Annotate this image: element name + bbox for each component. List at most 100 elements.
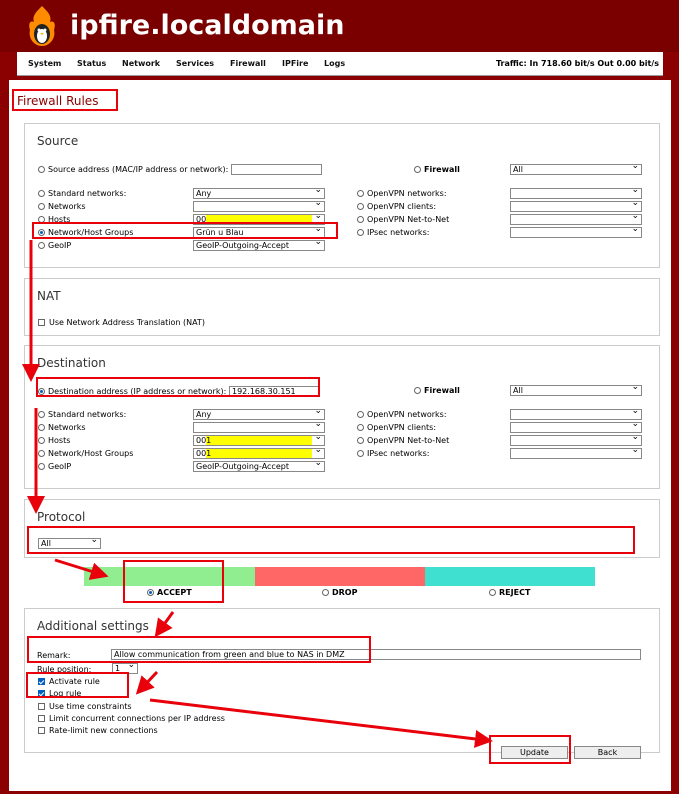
destination-ovpn-n2n-select[interactable] bbox=[510, 435, 642, 446]
source-ovpn-networks-option[interactable]: OpenVPN networks: bbox=[357, 189, 447, 198]
menu-system[interactable]: System bbox=[28, 59, 61, 68]
destination-groups-select[interactable]: 001 bbox=[193, 448, 325, 459]
source-ovpn-n2n-option[interactable]: OpenVPN Net-to-Net bbox=[357, 215, 449, 224]
destination-groups-option[interactable]: Network/Host Groups bbox=[38, 449, 133, 458]
source-ovpn-networks-select[interactable] bbox=[510, 188, 642, 199]
radio-icon[interactable] bbox=[357, 216, 364, 223]
radio-icon[interactable] bbox=[357, 190, 364, 197]
destination-networks-select[interactable] bbox=[193, 422, 325, 433]
annotation-box bbox=[27, 636, 371, 663]
main-content: Firewall Rules Source Source address (MA… bbox=[9, 80, 671, 791]
destination-section: Destination Destination address (IP addr… bbox=[24, 345, 660, 489]
protocol-title: Protocol bbox=[37, 510, 86, 524]
limit-connections-option[interactable]: Limit concurrent connections per IP addr… bbox=[38, 714, 225, 723]
source-section: Source Source address (MAC/IP address or… bbox=[24, 123, 660, 268]
source-ovpn-n2n-select[interactable] bbox=[510, 214, 642, 225]
radio-icon[interactable] bbox=[357, 450, 364, 457]
rate-limit-option[interactable]: Rate-limit new connections bbox=[38, 726, 158, 735]
destination-ovpn-clients-option[interactable]: OpenVPN clients: bbox=[357, 423, 436, 432]
header-bar: ipfire.localdomain bbox=[0, 0, 679, 52]
destination-ipsec-option[interactable]: IPsec networks: bbox=[357, 449, 429, 458]
radio-icon[interactable] bbox=[322, 589, 329, 596]
menu-logs[interactable]: Logs bbox=[324, 59, 345, 68]
destination-title: Destination bbox=[37, 356, 106, 370]
radio-icon[interactable] bbox=[38, 203, 45, 210]
time-constraints-option[interactable]: Use time constraints bbox=[38, 702, 132, 711]
source-firewall-option[interactable]: Firewall bbox=[414, 165, 460, 174]
annotation-box bbox=[32, 222, 338, 239]
main-menu: System Status Network Services Firewall … bbox=[17, 52, 663, 76]
destination-networks-option[interactable]: Networks bbox=[38, 423, 86, 432]
source-networks-option[interactable]: Networks bbox=[38, 202, 86, 211]
source-address-option[interactable]: Source address (MAC/IP address or networ… bbox=[38, 165, 228, 174]
source-ipsec-select[interactable] bbox=[510, 227, 642, 238]
radio-icon[interactable] bbox=[38, 424, 45, 431]
checkbox-icon[interactable] bbox=[38, 703, 45, 710]
radio-icon[interactable] bbox=[489, 589, 496, 596]
nat-section: NAT Use Network Address Translation (NAT… bbox=[24, 278, 660, 336]
nat-option[interactable]: Use Network Address Translation (NAT) bbox=[38, 318, 205, 327]
checkbox-icon[interactable] bbox=[38, 727, 45, 734]
source-networks-select[interactable] bbox=[193, 201, 325, 212]
annotation-box bbox=[489, 735, 571, 764]
checkbox-icon[interactable] bbox=[38, 319, 45, 326]
destination-ovpn-clients-select[interactable] bbox=[510, 422, 642, 433]
radio-icon[interactable] bbox=[38, 190, 45, 197]
checkbox-icon[interactable] bbox=[38, 715, 45, 722]
radio-icon[interactable] bbox=[38, 411, 45, 418]
radio-icon[interactable] bbox=[38, 166, 45, 173]
destination-firewall-option[interactable]: Firewall bbox=[414, 386, 460, 395]
drop-bar[interactable] bbox=[255, 567, 425, 586]
radio-icon[interactable] bbox=[38, 437, 45, 444]
source-ovpn-clients-option[interactable]: OpenVPN clients: bbox=[357, 202, 436, 211]
annotation-box bbox=[36, 377, 320, 397]
radio-icon[interactable] bbox=[357, 229, 364, 236]
destination-hosts-option[interactable]: Hosts bbox=[38, 436, 70, 445]
source-geoip-option[interactable]: GeoIP bbox=[38, 241, 71, 250]
source-standard-networks-select[interactable]: Any bbox=[193, 188, 325, 199]
menu-network[interactable]: Network bbox=[122, 59, 160, 68]
radio-icon[interactable] bbox=[414, 166, 421, 173]
radio-icon[interactable] bbox=[38, 242, 45, 249]
destination-ovpn-networks-select[interactable] bbox=[510, 409, 642, 420]
radio-icon[interactable] bbox=[38, 463, 45, 470]
destination-ipsec-select[interactable] bbox=[510, 448, 642, 459]
traffic-readout: Traffic: In 718.60 bit/s Out 0.00 bit/s bbox=[495, 59, 659, 68]
source-ipsec-option[interactable]: IPsec networks: bbox=[357, 228, 429, 237]
drop-option[interactable]: DROP bbox=[322, 588, 357, 597]
radio-icon[interactable] bbox=[38, 450, 45, 457]
reject-bar[interactable] bbox=[425, 567, 595, 586]
radio-icon[interactable] bbox=[357, 424, 364, 431]
source-geoip-select[interactable]: GeoIP-Outgoing-Accept bbox=[193, 240, 325, 251]
menu-ipfire[interactable]: IPFire bbox=[282, 59, 308, 68]
destination-hosts-select[interactable]: 001 bbox=[193, 435, 325, 446]
radio-icon[interactable] bbox=[357, 203, 364, 210]
destination-ovpn-networks-option[interactable]: OpenVPN networks: bbox=[357, 410, 447, 419]
destination-standard-networks-option[interactable]: Standard networks: bbox=[38, 410, 126, 419]
destination-firewall-select[interactable]: All bbox=[510, 385, 642, 396]
menu-status[interactable]: Status bbox=[77, 59, 106, 68]
annotation-box bbox=[26, 672, 129, 698]
radio-icon[interactable] bbox=[357, 411, 364, 418]
page-title: Firewall Rules bbox=[17, 94, 99, 108]
nat-title: NAT bbox=[37, 289, 61, 303]
destination-geoip-option[interactable]: GeoIP bbox=[38, 462, 71, 471]
ipfire-logo-icon bbox=[29, 6, 55, 46]
menu-services[interactable]: Services bbox=[176, 59, 214, 68]
back-button[interactable]: Back bbox=[574, 746, 641, 759]
hostname-title: ipfire.localdomain bbox=[70, 10, 345, 41]
destination-ovpn-n2n-option[interactable]: OpenVPN Net-to-Net bbox=[357, 436, 449, 445]
destination-standard-networks-select[interactable]: Any bbox=[193, 409, 325, 420]
source-standard-networks-option[interactable]: Standard networks: bbox=[38, 189, 126, 198]
radio-icon[interactable] bbox=[414, 387, 421, 394]
source-firewall-select[interactable]: All bbox=[510, 164, 642, 175]
annotation-box bbox=[123, 560, 224, 603]
menu-firewall[interactable]: Firewall bbox=[230, 59, 266, 68]
radio-icon[interactable] bbox=[357, 437, 364, 444]
source-address-input[interactable] bbox=[231, 164, 322, 175]
annotation-box bbox=[27, 526, 635, 554]
source-title: Source bbox=[37, 134, 79, 148]
reject-option[interactable]: REJECT bbox=[489, 588, 530, 597]
source-ovpn-clients-select[interactable] bbox=[510, 201, 642, 212]
destination-geoip-select[interactable]: GeoIP-Outgoing-Accept bbox=[193, 461, 325, 472]
